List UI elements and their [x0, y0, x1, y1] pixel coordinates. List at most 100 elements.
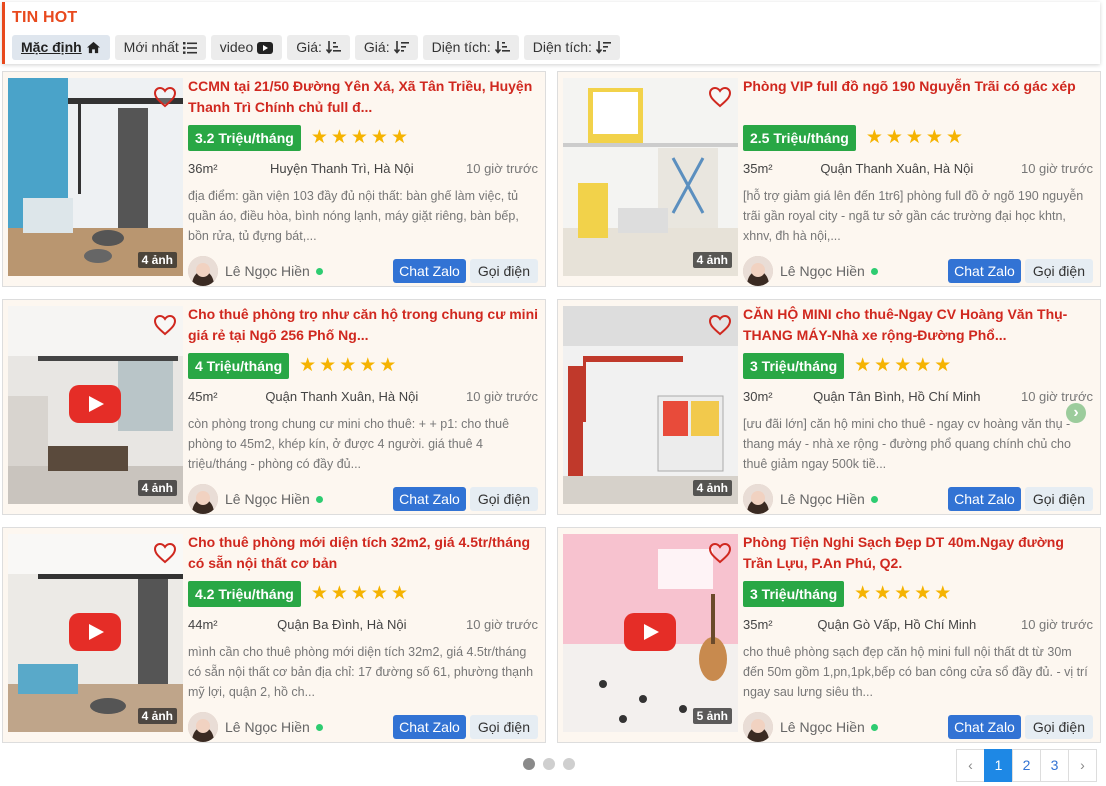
author-name[interactable]: Lê Ngọc Hiền	[780, 491, 865, 507]
pagination-page[interactable]: 1	[984, 749, 1013, 782]
listing-description: mình cần cho thuê phòng mới diện tích 32…	[188, 645, 534, 699]
listing-info: Cho thuê phòng trọ như căn hộ trong chun…	[188, 304, 538, 514]
listing-time: 10 giờ trước	[1020, 389, 1093, 404]
home-icon	[86, 41, 100, 54]
listing-card[interactable]: 4 ảnh Phòng VIP full đồ ngõ 190 Nguyễn T…	[557, 71, 1101, 287]
pagination-page[interactable]: 2	[1012, 749, 1041, 782]
call-button[interactable]: Gọi điện	[1024, 259, 1093, 283]
star-rating: ★★★★★	[854, 583, 955, 604]
avatar	[188, 484, 218, 514]
youtube-play-icon[interactable]	[69, 613, 121, 651]
chat-zalo-button[interactable]: Chat Zalo	[393, 259, 466, 283]
heart-icon[interactable]	[153, 542, 177, 564]
heart-icon[interactable]	[708, 86, 732, 108]
listing-info: Cho thuê phòng mới diện tích 32m2, giá 4…	[188, 532, 538, 742]
star-rating: ★★★★★	[310, 127, 411, 148]
listing-time: 10 giờ trước	[1020, 161, 1093, 176]
call-button[interactable]: Gọi điện	[1024, 487, 1093, 511]
carousel-dot[interactable]	[563, 758, 575, 770]
chat-zalo-button[interactable]: Chat Zalo	[393, 715, 466, 739]
pagination-prev[interactable]: ‹	[956, 749, 985, 782]
author-name[interactable]: Lê Ngọc Hiền	[780, 719, 865, 735]
listing-location: Quận Thanh Xuân, Hà Nội	[820, 161, 974, 176]
call-button[interactable]: Gọi điện	[469, 715, 538, 739]
chat-zalo-button[interactable]: Chat Zalo	[948, 259, 1021, 283]
listing-title[interactable]: CĂN HỘ MINI cho thuê-Ngay CV Hoàng Văn T…	[743, 304, 1093, 346]
pagination-next[interactable]: ›	[1068, 749, 1097, 782]
price-badge: 3.2 Triệu/tháng	[188, 125, 301, 151]
listing-title[interactable]: CCMN tại 21/50 Đường Yên Xá, Xã Tân Triề…	[188, 76, 538, 118]
carousel-dot[interactable]	[543, 758, 555, 770]
image-count-badge: 4 ảnh	[137, 480, 177, 496]
call-button[interactable]: Gọi điện	[469, 259, 538, 283]
sort-area-asc-button[interactable]: Diện tích:	[422, 35, 519, 60]
heart-icon[interactable]	[153, 86, 177, 108]
list-icon	[182, 41, 197, 54]
sort-newest-button[interactable]: Mới nhất	[114, 35, 206, 60]
listing-info: Phòng VIP full đồ ngõ 190 Nguyễn Trãi có…	[743, 76, 1093, 286]
author-name[interactable]: Lê Ngọc Hiền	[225, 263, 310, 279]
chat-zalo-button[interactable]: Chat Zalo	[948, 487, 1021, 511]
author-row: Lê Ngọc Hiền Chat Zalo Gọi điện	[188, 256, 538, 286]
chat-zalo-button[interactable]: Chat Zalo	[948, 715, 1021, 739]
listing-title[interactable]: Phòng VIP full đồ ngõ 190 Nguyễn Trãi có…	[743, 76, 1093, 118]
listing-time: 10 giờ trước	[465, 617, 538, 632]
chat-zalo-button[interactable]: Chat Zalo	[393, 487, 466, 511]
listing-thumbnail[interactable]: 4 ảnh	[8, 534, 183, 732]
sort-label: Diện tích:	[431, 39, 491, 55]
heart-icon[interactable]	[708, 542, 732, 564]
heart-icon[interactable]	[153, 314, 177, 336]
listing-card[interactable]: 4 ảnh Cho thuê phòng mới diện tích 32m2,…	[2, 527, 546, 743]
listing-card[interactable]: 4 ảnh CCMN tại 21/50 Đường Yên Xá, Xã Tâ…	[2, 71, 546, 287]
sort-default-button[interactable]: Mặc định	[12, 35, 110, 60]
listing-time: 10 giờ trước	[466, 161, 538, 176]
listing-meta: 30m² Quận Tân Bình, Hồ Chí Minh 10 giờ t…	[743, 389, 1093, 404]
star-rating: ★★★★★	[299, 355, 400, 376]
call-button[interactable]: Gọi điện	[469, 487, 538, 511]
pagination-page[interactable]: 3	[1040, 749, 1069, 782]
listing-thumbnail[interactable]: 5 ảnh	[563, 534, 738, 732]
sort-area-desc-button[interactable]: Diện tích:	[523, 35, 620, 60]
sort-price-desc-button[interactable]: Giá:	[354, 35, 418, 60]
carousel-next-button[interactable]: ›	[1066, 403, 1086, 423]
sort-video-button[interactable]: video	[210, 35, 283, 60]
online-status-dot	[870, 495, 878, 503]
price-row: 2.5 Triệu/tháng ★★★★★	[743, 125, 1093, 151]
price-badge: 4.2 Triệu/tháng	[188, 581, 301, 607]
sort-label: Mặc định	[21, 39, 82, 55]
call-button[interactable]: Gọi điện	[1024, 715, 1093, 739]
listing-title[interactable]: Cho thuê phòng trọ như căn hộ trong chun…	[188, 304, 538, 346]
author-name[interactable]: Lê Ngọc Hiền	[225, 491, 310, 507]
youtube-play-icon[interactable]	[69, 385, 121, 423]
listing-thumbnail[interactable]: 4 ảnh	[8, 306, 183, 504]
sort-price-asc-button[interactable]: Giá:	[287, 35, 350, 60]
sort-label: Diện tích:	[532, 39, 592, 55]
sort-label: Giá:	[363, 39, 390, 55]
sort-bar: Mặc định Mới nhất video Giá: Giá: Diện t…	[12, 35, 620, 60]
listing-location: Huyện Thanh Trì, Hà Nội	[270, 161, 414, 176]
listing-thumbnail[interactable]: 4 ảnh	[563, 78, 738, 276]
star-rating: ★★★★★	[854, 355, 955, 376]
listing-time: 10 giờ trước	[1020, 617, 1093, 632]
carousel-dot[interactable]	[523, 758, 535, 770]
listing-info: CĂN HỘ MINI cho thuê-Ngay CV Hoàng Văn T…	[743, 304, 1093, 514]
image-count-badge: 4 ảnh	[692, 480, 732, 496]
listing-card[interactable]: 4 ảnh CĂN HỘ MINI cho thuê-Ngay CV Hoàng…	[557, 299, 1101, 515]
image-count-badge: 4 ảnh	[137, 252, 177, 268]
price-badge: 3 Triệu/tháng	[743, 353, 845, 379]
youtube-play-icon[interactable]	[624, 613, 676, 651]
listing-thumbnail[interactable]: 4 ảnh	[8, 78, 183, 276]
listing-thumbnail[interactable]: 4 ảnh	[563, 306, 738, 504]
listing-card[interactable]: 4 ảnh Cho thuê phòng trọ như căn hộ tron…	[2, 299, 546, 515]
image-count-badge: 4 ảnh	[137, 708, 177, 724]
avatar-photo	[188, 712, 218, 742]
sort-label: Mới nhất	[123, 39, 179, 55]
listing-card[interactable]: 5 ảnh Phòng Tiện Nghi Sạch Đẹp DT 40m.Ng…	[557, 527, 1101, 743]
heart-icon[interactable]	[708, 314, 732, 336]
listing-title[interactable]: Cho thuê phòng mới diện tích 32m2, giá 4…	[188, 532, 538, 574]
author-row: Lê Ngọc Hiền Chat Zalo Gọi điện	[743, 256, 1093, 286]
listing-title[interactable]: Phòng Tiện Nghi Sạch Đẹp DT 40m.Ngay đườ…	[743, 532, 1093, 574]
price-badge: 3 Triệu/tháng	[743, 581, 845, 607]
author-name[interactable]: Lê Ngọc Hiền	[225, 719, 310, 735]
author-name[interactable]: Lê Ngọc Hiền	[780, 263, 865, 279]
